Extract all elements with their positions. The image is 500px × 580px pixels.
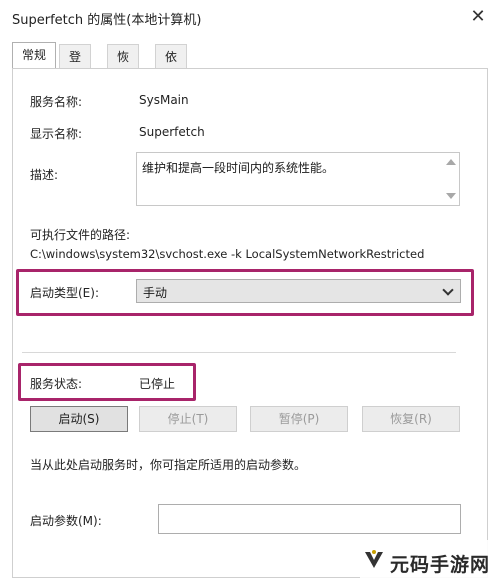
tab-general-active[interactable]: 常规 xyxy=(12,42,57,68)
watermark: 元码手游网 xyxy=(360,540,500,580)
startup-type-label: 启动类型(E): xyxy=(30,286,99,300)
watermark-text: 元码手游网 xyxy=(390,554,491,576)
resume-button[interactable]: 恢复(R) xyxy=(362,406,460,432)
close-icon[interactable]: ✕ xyxy=(466,5,490,29)
service-name-value: SysMain xyxy=(139,93,189,107)
start-button[interactable]: 启动(S) xyxy=(30,406,128,432)
scroll-up-icon[interactable] xyxy=(446,159,456,165)
display-name-label: 显示名称: xyxy=(30,127,83,141)
window-title: Superfetch 的属性(本地计算机) xyxy=(12,13,202,28)
tab-logon[interactable]: 登录 xyxy=(59,44,92,88)
service-status-value: 已停止 xyxy=(139,377,176,391)
description-text: 维护和提高一段时间内的系统性能。 xyxy=(142,161,335,175)
scroll-down-icon[interactable] xyxy=(446,193,456,199)
pause-button[interactable]: 暂停(P) xyxy=(250,406,348,432)
description-scrollbar[interactable] xyxy=(443,153,459,205)
chevron-down-icon xyxy=(442,284,454,296)
description-label: 描述: xyxy=(30,168,59,182)
service-status-label: 服务状态: xyxy=(30,377,83,391)
display-name-value: Superfetch xyxy=(139,125,205,139)
start-params-label: 启动参数(M): xyxy=(30,514,102,528)
exe-path-label: 可执行文件的路径: xyxy=(30,228,131,242)
tab-dependencies[interactable]: 依存关系 xyxy=(155,44,188,136)
startup-type-select[interactable]: 手动 xyxy=(136,279,461,303)
hint-text: 当从此处启动服务时，你可指定所适用的启动参数。 xyxy=(30,458,307,472)
exe-path-value: C:\windows\system32\svchost.exe -k Local… xyxy=(30,247,425,261)
tab-recovery[interactable]: 恢复 xyxy=(107,44,140,88)
service-name-label: 服务名称: xyxy=(30,95,83,109)
stop-button[interactable]: 停止(T) xyxy=(139,406,237,432)
watermark-logo-icon xyxy=(365,550,383,568)
startup-type-value: 手动 xyxy=(143,286,168,300)
title-bar: Superfetch 的属性(本地计算机) ✕ xyxy=(0,0,500,34)
start-params-input[interactable] xyxy=(158,504,461,534)
general-panel xyxy=(12,68,488,578)
divider xyxy=(22,352,456,353)
description-box[interactable]: 维护和提高一段时间内的系统性能。 xyxy=(136,152,460,206)
